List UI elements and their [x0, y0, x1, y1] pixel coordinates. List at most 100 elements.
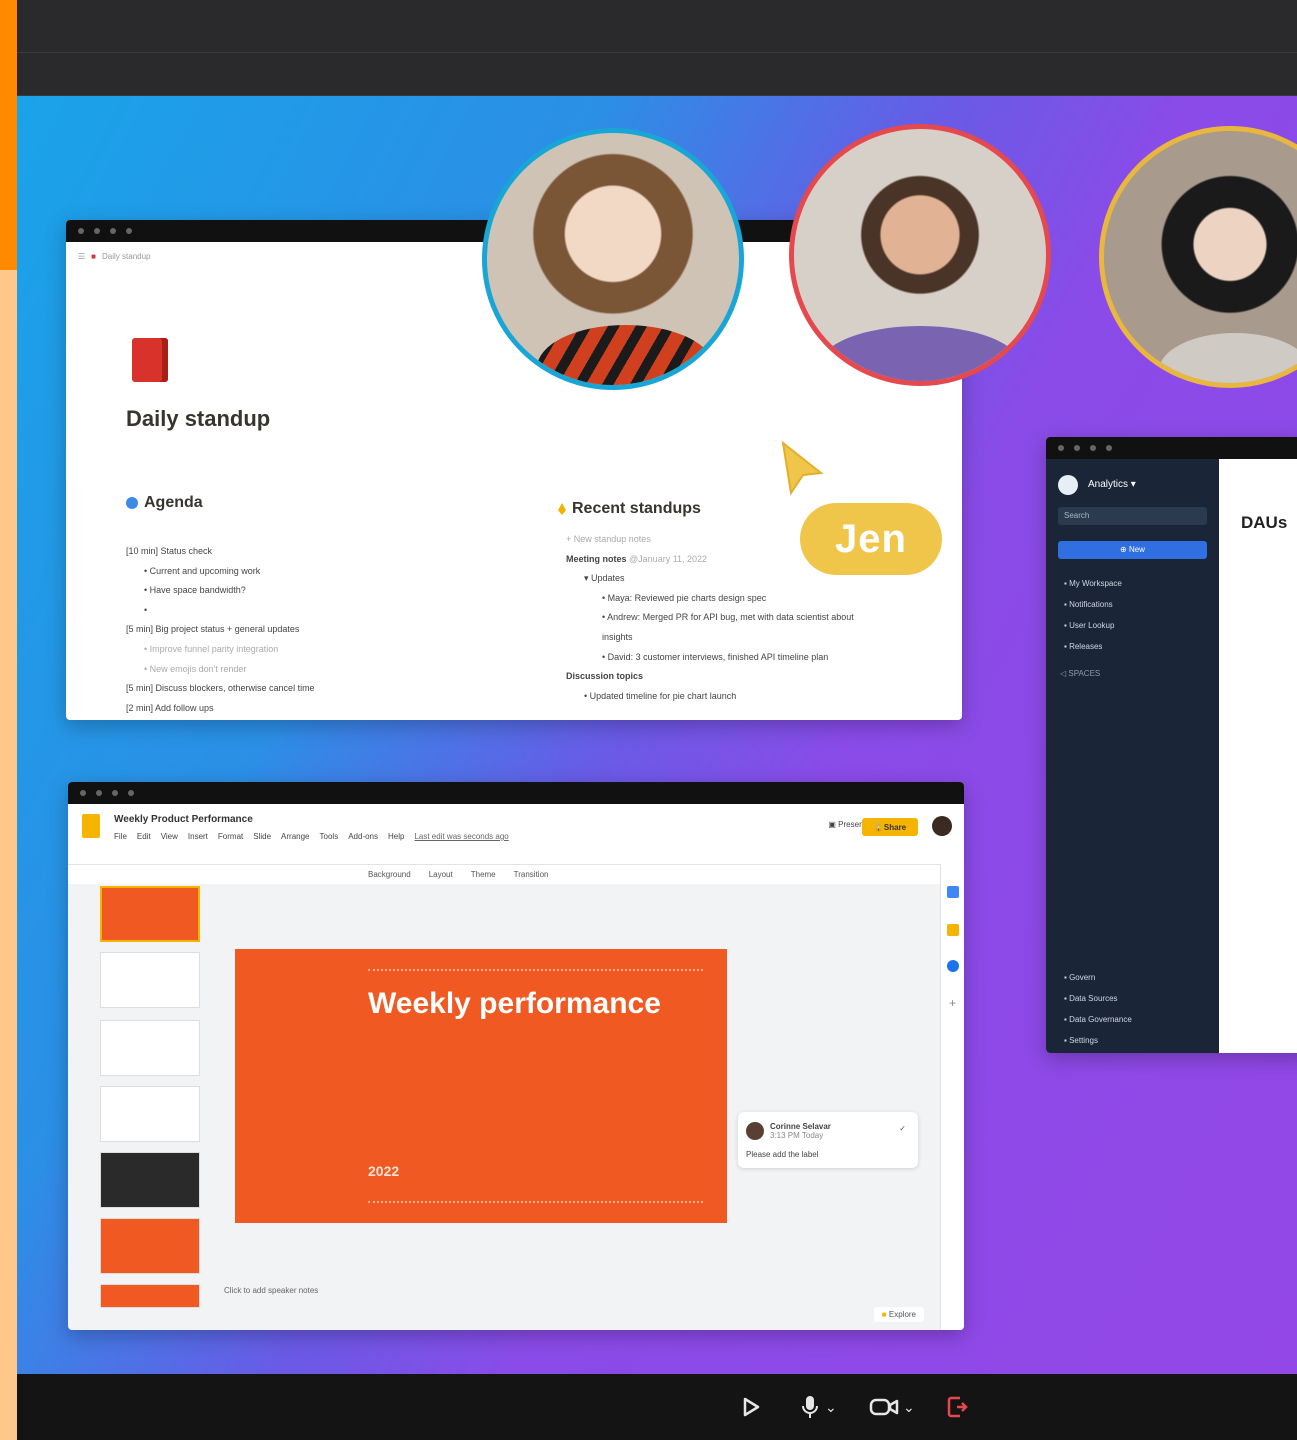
agenda-item[interactable]: [10 min] Status check [126, 542, 566, 562]
update-item[interactable]: insights [566, 628, 946, 648]
window-dot[interactable] [1106, 445, 1112, 451]
sidebar-item[interactable]: ▪ Settings [1064, 1030, 1132, 1051]
workspace-switcher[interactable]: Analytics ▾ [1088, 479, 1136, 490]
slides-toolbar-item[interactable]: Transition [514, 870, 549, 879]
participant-avatar-2[interactable] [789, 124, 1051, 386]
slides-appbar: Weekly Product Performance File Edit View I… [68, 804, 964, 864]
slide-thumbnail[interactable] [100, 1218, 200, 1274]
slides-toolbar-item[interactable]: Theme [471, 870, 496, 879]
explore-button[interactable]: ■ Explore [873, 1307, 924, 1322]
slides-doc-icon[interactable] [82, 814, 100, 838]
sidebar-item[interactable]: ▪ Data Sources [1064, 988, 1132, 1009]
slide-thumbnail[interactable] [100, 1152, 200, 1208]
share-button[interactable]: 🔒 Share [862, 818, 918, 836]
slides-window[interactable]: Weekly Product Performance File Edit View I… [68, 782, 964, 1330]
window-dot[interactable] [80, 790, 86, 796]
agenda-item[interactable]: • New emojis don't render [126, 660, 566, 680]
sidebar-item[interactable]: ▪ User Lookup [1064, 615, 1122, 636]
slide-thumbnail[interactable] [100, 1284, 200, 1308]
tasks-icon[interactable] [947, 960, 959, 972]
window-dot[interactable] [112, 790, 118, 796]
agenda-item[interactable]: [5 min] Discuss blockers, otherwise canc… [126, 679, 566, 699]
call-controls-bar: ⌄ ⌄ [17, 1374, 1297, 1440]
slide-thumbnail[interactable] [100, 886, 200, 942]
slides-menu-item[interactable]: Edit [137, 832, 151, 841]
chevron-down-icon[interactable]: ⌄ [825, 1399, 837, 1416]
agenda-item[interactable]: [5 min] Big project status + general upd… [126, 620, 566, 640]
update-item[interactable]: • Andrew: Merged PR for API bug, met wit… [566, 608, 946, 628]
window-dot[interactable] [96, 790, 102, 796]
window-dot[interactable] [1090, 445, 1096, 451]
comment-card[interactable]: Corinne Selavar 3:13 PM Today Please add … [738, 1112, 918, 1168]
keep-icon[interactable] [947, 924, 959, 936]
add-addon-icon[interactable]: + [949, 996, 956, 1010]
calendar-icon[interactable] [947, 886, 959, 898]
sparkle-icon [558, 503, 566, 515]
slides-menu-item[interactable]: Add-ons [348, 832, 378, 841]
breadcrumb-label[interactable]: Daily standup [102, 252, 150, 261]
explore-icon: ■ [881, 1310, 887, 1319]
slide-thumbnail[interactable] [100, 952, 200, 1008]
window-dot[interactable] [78, 228, 84, 234]
page-title: Daily standup [126, 406, 271, 431]
agenda-item[interactable]: • Current and upcoming work [126, 562, 566, 582]
sidebar-item[interactable]: ▪ Govern [1064, 967, 1132, 988]
microphone-button[interactable]: ⌄ [799, 1392, 837, 1422]
slide-year[interactable]: 2022 [368, 1163, 399, 1179]
agenda-item[interactable]: • Improve funnel parity integration [126, 640, 566, 660]
leave-call-button[interactable] [945, 1392, 969, 1422]
breadcrumb[interactable]: ☰ ■ Daily standup [78, 252, 151, 261]
slides-menu-item[interactable]: Format [218, 832, 243, 841]
window-dot[interactable] [94, 228, 100, 234]
slide-thumbnail[interactable] [100, 1020, 200, 1076]
slides-menu-item[interactable]: Slide [253, 832, 271, 841]
analytics-window[interactable]: Analytics ▾ Search ⊕ New ▪ My Workspace ▪… [1046, 437, 1297, 1053]
slides-toolbar-item[interactable]: Layout [429, 870, 453, 879]
sidebar-item[interactable]: ▪ Releases [1064, 636, 1122, 657]
new-button[interactable]: ⊕ New [1058, 541, 1207, 559]
menu-icon[interactable]: ☰ [78, 252, 85, 261]
sidebar-item[interactable]: ▪ My Workspace [1064, 573, 1122, 594]
slides-menu-item[interactable]: Last edit was seconds ago [414, 832, 508, 841]
agenda-item[interactable]: • [126, 601, 566, 621]
share-label: Share [883, 822, 907, 832]
spaces-section[interactable]: ◁ SPACES [1060, 669, 1100, 678]
participant-avatar-1[interactable] [482, 128, 744, 390]
agenda-heading-label: Agenda [144, 494, 203, 511]
agenda-item-label: [5 min] Discuss blockers, otherwise canc… [126, 683, 315, 694]
slides-toolbar-item[interactable]: Background [368, 870, 411, 879]
window-dot[interactable] [128, 790, 134, 796]
agenda-item[interactable]: • Have space bandwidth? [126, 581, 566, 601]
share-screen-button[interactable] [739, 1392, 763, 1422]
window-dot[interactable] [1074, 445, 1080, 451]
update-item[interactable]: • David: 3 customer interviews, finished… [566, 648, 946, 668]
sidebar-item-label: My Workspace [1069, 579, 1122, 588]
slide-title[interactable]: Weekly performance [368, 987, 661, 1021]
slide-thumbnail[interactable] [100, 1086, 200, 1142]
window-dot[interactable] [110, 228, 116, 234]
participant-avatar-3[interactable] [1099, 126, 1297, 388]
account-avatar[interactable] [932, 816, 952, 836]
slide-canvas[interactable]: Weekly performance 2022 [235, 949, 727, 1223]
speaker-notes[interactable]: Click to add speaker notes [224, 1286, 318, 1295]
search-input[interactable]: Search [1058, 507, 1207, 525]
chevron-down-icon[interactable]: ⌄ [903, 1399, 915, 1416]
window-dot[interactable] [126, 228, 132, 234]
slides-menu-item[interactable]: Arrange [281, 832, 309, 841]
slides-menu-item[interactable]: Insert [188, 832, 208, 841]
analytics-logo-icon[interactable] [1058, 475, 1078, 495]
camera-button[interactable]: ⌄ [869, 1392, 915, 1422]
agenda-item[interactable]: [2 min] Add follow ups [126, 699, 566, 719]
resolve-check-icon[interactable]: ✓ [899, 1124, 906, 1133]
slides-menu-item[interactable]: Help [388, 832, 404, 841]
slides-menu-item[interactable]: View [161, 832, 178, 841]
update-item[interactable]: • Maya: Reviewed pie charts design spec [566, 589, 946, 609]
slides-menu-item[interactable]: File [114, 832, 127, 841]
play-icon [743, 1397, 760, 1417]
sidebar-item[interactable]: ▪ Notifications [1064, 594, 1122, 615]
slide-thumbnails [88, 886, 204, 1310]
sidebar-item[interactable]: ▪ Data Governance [1064, 1009, 1132, 1030]
slides-doc-name[interactable]: Weekly Product Performance [114, 814, 253, 825]
window-dot[interactable] [1058, 445, 1064, 451]
slides-menu-item[interactable]: Tools [320, 832, 339, 841]
